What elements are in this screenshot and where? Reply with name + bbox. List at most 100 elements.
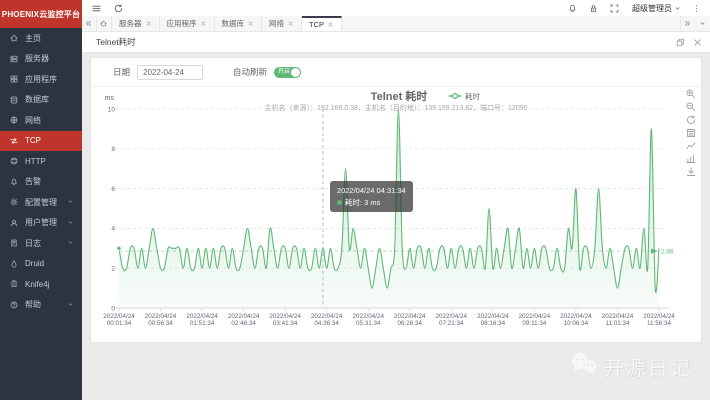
gear-icon bbox=[10, 198, 19, 207]
double-chevron-left-icon bbox=[85, 20, 93, 28]
x-tick-label: 2022/04/2404:36:34 bbox=[311, 313, 343, 327]
tab-TCP[interactable]: TCP bbox=[302, 16, 342, 31]
sidebar-item-label: Knife4j bbox=[25, 280, 75, 289]
sidebar-item-druid[interactable]: Druid bbox=[0, 254, 82, 275]
user-menu[interactable]: 超级管理员 bbox=[632, 3, 681, 14]
sidebar-item-label: 告警 bbox=[25, 176, 75, 187]
close-tab-icon[interactable] bbox=[248, 21, 254, 27]
legend-label: 耗时 bbox=[465, 91, 480, 101]
toolbox-save-image-icon[interactable] bbox=[687, 168, 694, 176]
more-options-icon[interactable] bbox=[692, 3, 702, 13]
chevron-down-icon bbox=[67, 301, 75, 309]
sidebar-item-label: 主页 bbox=[25, 33, 75, 44]
chevron-down-icon bbox=[699, 20, 707, 28]
sidebar-item-server[interactable]: 服务器 bbox=[0, 49, 82, 70]
chevron-down-icon bbox=[67, 198, 75, 206]
sidebar-item-label: TCP bbox=[25, 136, 75, 145]
sidebar-item-help[interactable]: 帮助 bbox=[0, 295, 82, 316]
auto-refresh-label: 自动刷新 bbox=[233, 66, 267, 78]
x-tick-label: 2022/04/2411:56:34 bbox=[643, 313, 675, 327]
close-tab-icon[interactable] bbox=[201, 21, 207, 27]
alarm-icon bbox=[10, 177, 19, 186]
open-tabs: 服务器应用程序 数据库网络 TCP bbox=[112, 16, 680, 31]
y-tick-label: 10 bbox=[108, 106, 116, 113]
date-input[interactable] bbox=[137, 65, 203, 80]
toggle-knob bbox=[291, 68, 300, 77]
content-area: 日期 自动刷新 开启 2022/04/24 04:31:34 耗时: 3 ms … bbox=[82, 53, 710, 400]
chart-canvas[interactable]: Telnet 耗时主机名（来源）：192.168.0.38，主机名（目的地）：1… bbox=[91, 87, 701, 342]
sidebar-item-network[interactable]: 网络 bbox=[0, 110, 82, 131]
x-tick-label: 2022/04/2400:56:34 bbox=[145, 313, 177, 327]
tabs-scroll-left[interactable] bbox=[82, 16, 97, 31]
tab-应用程序[interactable]: 应用程序 bbox=[160, 16, 215, 31]
x-tick-label: 2022/04/2402:46:34 bbox=[228, 313, 260, 327]
sidebar-item-gear[interactable]: 配置管理 bbox=[0, 192, 82, 213]
druid-icon bbox=[10, 259, 19, 268]
network-icon bbox=[10, 116, 19, 125]
auto-refresh-toggle[interactable]: 开启 bbox=[274, 67, 301, 78]
tab-label: 应用程序 bbox=[167, 18, 197, 29]
toolbox-restore-icon[interactable] bbox=[687, 116, 694, 124]
sidebar-item-user[interactable]: 用户管理 bbox=[0, 213, 82, 234]
filter-row: 日期 自动刷新 开启 bbox=[91, 58, 701, 87]
lock-screen-icon[interactable] bbox=[589, 3, 599, 13]
tab-label: TCP bbox=[309, 20, 324, 29]
close-tab-icon[interactable] bbox=[328, 22, 334, 28]
fullscreen-icon[interactable] bbox=[610, 3, 620, 13]
x-tick-label: 2022/04/2410:06:34 bbox=[560, 313, 592, 327]
sidebar-item-label: 数据库 bbox=[25, 94, 75, 105]
brand-title: PHOENIX云监控平台 bbox=[0, 0, 82, 28]
y-tick-label: 8 bbox=[111, 146, 115, 153]
notification-icon[interactable] bbox=[568, 3, 578, 13]
panel-card: 日期 自动刷新 开启 2022/04/24 04:31:34 耗时: 3 ms … bbox=[90, 57, 702, 343]
chart-legend[interactable]: 耗时 bbox=[449, 91, 480, 101]
toggle-state-text: 开启 bbox=[278, 68, 290, 76]
home-icon bbox=[10, 34, 19, 43]
x-tick-label: 2022/04/2403:41:34 bbox=[269, 313, 301, 327]
average-value-label: 2.86 bbox=[661, 248, 674, 255]
sidebar: PHOENIX云监控平台 主页服务器应用程序数据库网络 TCP HTTP 告警配置管理… bbox=[0, 0, 82, 400]
telnet-latency-chart[interactable]: 2022/04/24 04:31:34 耗时: 3 ms Telnet 耗时主机… bbox=[91, 87, 701, 342]
sidebar-item-label: 帮助 bbox=[25, 299, 61, 310]
first-point-marker bbox=[117, 246, 121, 250]
open-new-window-icon[interactable] bbox=[676, 38, 685, 47]
tabs-collapse[interactable] bbox=[695, 16, 710, 31]
toolbox-zoom-select-icon[interactable] bbox=[687, 90, 695, 98]
sidebar-item-app[interactable]: 应用程序 bbox=[0, 69, 82, 90]
footer: 开源日记 bbox=[90, 343, 702, 400]
tab-网络[interactable]: 网络 bbox=[262, 16, 302, 31]
main-area: 超级管理员 服务器应用程序 数据库网络 TCP Telnet耗时 日期 bbox=[82, 0, 710, 400]
date-label: 日期 bbox=[113, 66, 130, 78]
page-title: Telnet耗时 bbox=[96, 36, 136, 48]
sidebar-item-label: 配置管理 bbox=[25, 197, 61, 208]
x-tick-label: 2022/04/2407:21:34 bbox=[436, 313, 468, 327]
toolbox-bar-chart-icon[interactable] bbox=[687, 155, 695, 162]
menu-toggle-icon[interactable] bbox=[92, 3, 102, 13]
close-tab-icon[interactable] bbox=[288, 21, 294, 27]
sidebar-item-tcp[interactable]: TCP bbox=[0, 131, 82, 152]
sidebar-item-alarm[interactable]: 告警 bbox=[0, 172, 82, 193]
toolbox-line-chart-icon[interactable] bbox=[687, 143, 695, 149]
close-page-icon[interactable] bbox=[693, 38, 702, 47]
tabs-scroll-right[interactable] bbox=[680, 16, 695, 31]
sidebar-item-database[interactable]: 数据库 bbox=[0, 90, 82, 111]
sidebar-item-home[interactable]: 主页 bbox=[0, 28, 82, 49]
close-tab-icon[interactable] bbox=[146, 21, 152, 27]
toolbox-data-view-icon[interactable] bbox=[688, 130, 695, 137]
http-icon bbox=[10, 157, 19, 166]
home-icon bbox=[100, 20, 108, 28]
watermark: 开源日记 bbox=[569, 352, 692, 381]
tab-服务器[interactable]: 服务器 bbox=[112, 16, 160, 31]
chevron-down-icon bbox=[674, 5, 681, 12]
refresh-icon[interactable] bbox=[114, 3, 124, 13]
sidebar-menu: 主页服务器应用程序数据库网络 TCP HTTP 告警配置管理用户管理日志Druid Kn… bbox=[0, 28, 82, 400]
watermark-text: 开源日记 bbox=[604, 352, 692, 381]
x-tick-label: 2022/04/2400:01:34 bbox=[103, 313, 135, 327]
tab-home[interactable] bbox=[97, 16, 112, 31]
app-icon bbox=[10, 75, 19, 84]
toolbox-zoom-reset-icon[interactable] bbox=[687, 103, 695, 111]
tab-数据库[interactable]: 数据库 bbox=[215, 16, 263, 31]
sidebar-item-knife4j[interactable]: Knife4j bbox=[0, 274, 82, 295]
sidebar-item-http[interactable]: HTTP bbox=[0, 151, 82, 172]
sidebar-item-log[interactable]: 日志 bbox=[0, 233, 82, 254]
